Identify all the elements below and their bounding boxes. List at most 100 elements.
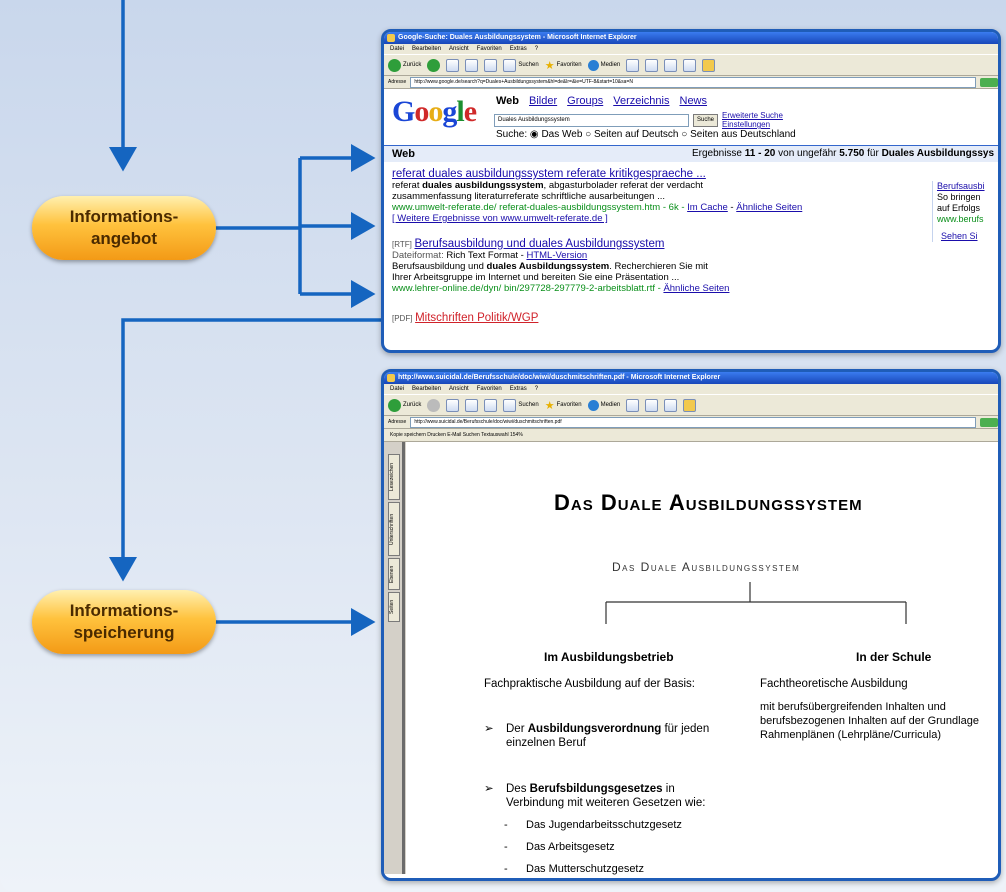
advanced-search-link[interactable]: Erweiterte Suche (722, 111, 783, 120)
nav-verzeichnis[interactable]: Verzeichnis (613, 95, 669, 107)
bullet-ausbildungsverordnung: ➢ Der Ausbildungsverordnung für jeden ei… (484, 722, 709, 750)
stop-icon[interactable] (446, 58, 460, 72)
results-mid: von ungefähr (775, 148, 840, 159)
results-range: 11 - 20 (744, 148, 776, 159)
history-icon[interactable] (626, 58, 640, 72)
menu-extras[interactable]: Extras (510, 46, 527, 52)
browser-toolbar: Zurück Suchen ★ Favoriten Medien (384, 54, 998, 76)
snippet-text: Berufsausbildung und (392, 261, 487, 272)
bullet-arrow-icon: ➢ (484, 783, 494, 795)
search-button[interactable]: Suchen (503, 58, 539, 72)
similar-pages-link[interactable]: Ähnliche Seiten (663, 283, 729, 294)
media-icon (587, 399, 599, 411)
forward-icon[interactable] (427, 398, 441, 412)
google-nav: Web Bilder Groups Verzeichnis News (496, 95, 717, 107)
html-version-link[interactable]: HTML-Version (526, 250, 587, 261)
snippet-bold: duales ausbildungssystem (422, 180, 544, 191)
radio-german-icon[interactable]: ○ (585, 129, 591, 140)
ad-more-link[interactable]: Sehen Si (937, 231, 985, 242)
search-submit-button[interactable]: Suche (693, 113, 719, 127)
media-button[interactable]: Medien (587, 59, 620, 71)
cache-link[interactable]: Im Cache (687, 202, 728, 213)
home-icon[interactable] (484, 58, 498, 72)
address-input[interactable]: http://www.suicidal.de/Berufsschule/doc/… (410, 416, 976, 428)
pdf-toolbar[interactable]: Kopie speichern Drucken E-Mail Suchen Te… (384, 429, 998, 442)
tab-unterschriften[interactable]: Unterschriften (388, 502, 400, 556)
radio-web-icon[interactable]: ◉ (530, 129, 539, 140)
menu-help[interactable]: ? (535, 46, 538, 52)
settings-link[interactable]: Einstellungen (722, 120, 783, 129)
menu-favoriten[interactable]: Favoriten (477, 46, 502, 52)
go-button[interactable] (980, 417, 998, 427)
more-results-link[interactable]: [ Weitere Ergebnisse von www.umwelt-refe… (392, 213, 802, 224)
browser-window-google: Google-Suche: Duales Ausbildungssystem -… (381, 29, 1001, 353)
search-button[interactable]: Suchen (503, 398, 539, 412)
separator: - (727, 202, 737, 213)
ad-title-link[interactable]: Berufsausbi (937, 181, 985, 192)
right-line-3: Rahmenplänen (Lehrpläne/Curricula) (760, 729, 941, 741)
search-result-2: [RTF] Berufsausbildung und duales Ausbil… (392, 238, 729, 294)
refresh-icon[interactable] (465, 398, 479, 412)
menu-help[interactable]: ? (535, 386, 538, 392)
stop-icon[interactable] (446, 398, 460, 412)
mail-icon[interactable] (645, 58, 659, 72)
heading-schule: In der Schule (856, 650, 932, 664)
result-title-link[interactable]: Mitschriften Politik/WGP (415, 312, 538, 324)
magnifier-icon (503, 398, 517, 412)
radio-germany-icon[interactable]: ○ (681, 129, 687, 140)
label-informationsspeicherung: Informations-speicherung (32, 590, 216, 654)
back-button[interactable]: Zurück (388, 398, 421, 412)
print-icon[interactable] (664, 58, 678, 72)
ad-text: auf Erfolgs (937, 203, 981, 213)
search-input[interactable]: Duales Ausbildungssystem (494, 113, 689, 127)
forward-icon[interactable] (427, 58, 441, 72)
go-button[interactable] (980, 77, 998, 87)
nav-news[interactable]: News (680, 95, 708, 107)
nav-bilder[interactable]: Bilder (529, 95, 557, 107)
menu-ansicht[interactable]: Ansicht (449, 386, 469, 392)
folder-icon[interactable] (683, 398, 697, 412)
window-title: Google-Suche: Duales Ausbildungssystem -… (398, 34, 637, 41)
menu-favoriten[interactable]: Favoriten (477, 386, 502, 392)
favorites-button[interactable]: ★ Favoriten (545, 399, 582, 412)
menu-bar: Datei Bearbeiten Ansicht Favoriten Extras? (384, 44, 998, 54)
back-button[interactable]: Zurück (388, 58, 421, 72)
results-total: 5.750 (839, 148, 865, 159)
media-icon (587, 59, 599, 71)
radio-germany-label: Seiten aus Deutschland (690, 129, 796, 140)
window-titlebar: Google-Suche: Duales Ausbildungssystem -… (384, 32, 998, 44)
menu-bearbeiten[interactable]: Bearbeiten (412, 386, 441, 392)
menu-ansicht[interactable]: Ansicht (449, 46, 469, 52)
tab-lesezeichen[interactable]: Lesezeichen (388, 454, 400, 500)
bullet-arrow-icon: ➢ (484, 723, 494, 735)
refresh-icon[interactable] (465, 58, 479, 72)
folder-icon[interactable] (702, 58, 716, 72)
result-title-link[interactable]: Berufsausbildung und duales Ausbildungss… (415, 238, 665, 250)
address-label: Adresse (388, 419, 407, 425)
mail-icon[interactable] (645, 398, 659, 412)
tab-seiten[interactable]: Seiten (388, 592, 400, 622)
menu-bearbeiten[interactable]: Bearbeiten (412, 46, 441, 52)
menu-datei[interactable]: Datei (390, 386, 404, 392)
print-icon[interactable] (664, 398, 678, 412)
media-button[interactable]: Medien (587, 399, 620, 411)
menu-datei[interactable]: Datei (390, 46, 404, 52)
similar-pages-link[interactable]: Ähnliche Seiten (736, 202, 802, 213)
edit-icon[interactable] (683, 58, 697, 72)
address-input[interactable]: http://www.google.de/search?q=Duales+Aus… (410, 76, 976, 88)
favorites-button[interactable]: ★ Favoriten (545, 59, 582, 72)
panel-divider[interactable] (402, 442, 405, 874)
menu-extras[interactable]: Extras (510, 386, 527, 392)
tab-ebenen[interactable]: Ebenen (388, 558, 400, 590)
bullet-text: Des (506, 783, 530, 795)
history-icon[interactable] (626, 398, 640, 412)
radio-german-label: Seiten auf Deutsch (594, 129, 679, 140)
bullet-text: in (662, 783, 675, 795)
result-title-link[interactable]: referat duales ausbildungssystem referat… (392, 168, 802, 180)
window-titlebar: http://www.suicidal.de/Berufsschule/doc/… (384, 372, 998, 384)
home-icon[interactable] (484, 398, 498, 412)
nav-groups[interactable]: Groups (567, 95, 603, 107)
google-logo: Google (392, 95, 477, 129)
label-line-1: Informations- (69, 601, 179, 620)
snippet-text: , abgasturbolader referat der verdacht (543, 180, 704, 191)
